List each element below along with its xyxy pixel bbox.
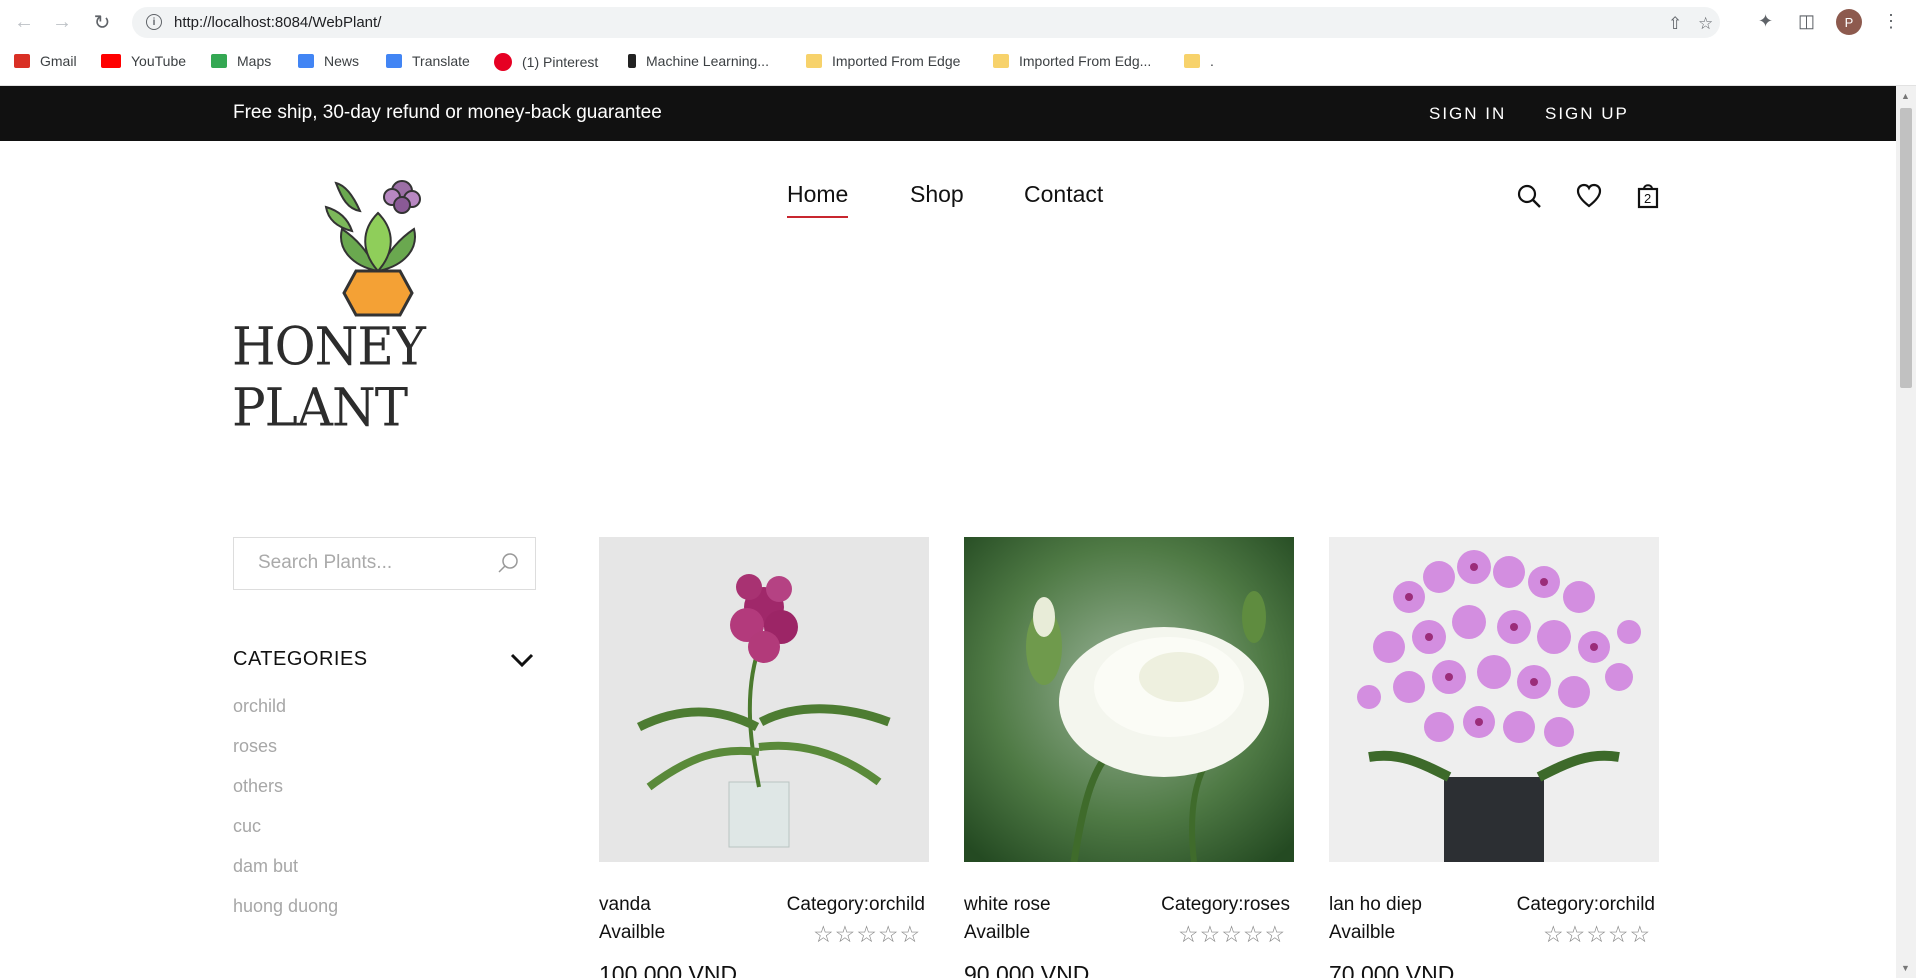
product-price: 90.000 VND	[964, 961, 1090, 978]
category-item[interactable]: huong duong	[233, 896, 338, 936]
bookmark-folder-edge-2[interactable]: Imported From Edg...	[993, 53, 1151, 69]
extensions-icon[interactable]: ✦	[1758, 11, 1773, 32]
ml-site-icon	[628, 54, 636, 68]
bookmark-star-icon[interactable]: ☆	[1698, 14, 1713, 34]
bookmark-maps[interactable]: Maps	[211, 53, 271, 69]
promo-bar: Free ship, 30-day refund or money-back g…	[0, 86, 1896, 141]
plant-search[interactable]	[233, 537, 536, 590]
youtube-icon	[101, 54, 121, 68]
browser-chrome: ← → ↻ i http://localhost:8084/WebPlant/ …	[0, 0, 1916, 86]
promo-text: Free ship, 30-day refund or money-back g…	[233, 102, 662, 123]
bookmark-news[interactable]: News	[298, 53, 359, 69]
scroll-down-icon[interactable]: ▼	[1901, 963, 1910, 973]
category-item[interactable]: dam but	[233, 856, 338, 896]
site-info-icon[interactable]: i	[146, 14, 162, 30]
product-name[interactable]: lan ho diep	[1329, 894, 1422, 916]
pinterest-icon	[494, 53, 512, 71]
search-icon[interactable]	[1516, 183, 1542, 209]
wishlist-heart-icon[interactable]	[1576, 183, 1602, 209]
menu-kebab-icon[interactable]: ⋮	[1882, 11, 1900, 32]
forward-icon[interactable]: →	[50, 10, 74, 34]
product-name[interactable]: vanda	[599, 894, 651, 916]
share-icon[interactable]: ⇧	[1668, 14, 1682, 34]
product-category: Category:roses	[1161, 894, 1290, 915]
category-item[interactable]: orchild	[233, 696, 338, 736]
browser-toolbar: ← → ↻ i http://localhost:8084/WebPlant/ …	[0, 0, 1916, 44]
product-price: 100.000 VND	[599, 961, 738, 978]
category-list: orchild roses others cuc dam but huong d…	[233, 696, 338, 936]
search-icon[interactable]	[497, 552, 519, 574]
folder-icon	[993, 54, 1009, 68]
category-item[interactable]: roses	[233, 736, 338, 776]
scrollbar-thumb[interactable]	[1900, 108, 1912, 388]
product-image-lan-ho-diep[interactable]	[1329, 537, 1659, 862]
folder-icon	[806, 54, 822, 68]
maps-icon	[211, 54, 227, 68]
side-panel-icon[interactable]: ◫	[1798, 11, 1815, 32]
product-name[interactable]: white rose	[964, 894, 1051, 916]
bookmark-pinterest[interactable]: (1) Pinterest	[494, 53, 598, 71]
back-icon[interactable]: ←	[12, 10, 36, 34]
cart-count: 2	[1644, 191, 1652, 206]
bookmark-folder-edge-1[interactable]: Imported From Edge	[806, 53, 960, 69]
rating-stars-icon[interactable]: ☆☆☆☆☆	[813, 921, 921, 948]
product-status: Availble	[1329, 922, 1396, 943]
web-page: Free ship, 30-day refund or money-back g…	[0, 86, 1896, 978]
bookmark-machine-learning[interactable]: Machine Learning...	[628, 53, 769, 69]
cart-button[interactable]: 2	[1636, 181, 1660, 209]
translate-icon	[386, 54, 402, 68]
product-status: Availble	[599, 922, 666, 943]
page-scrollbar[interactable]: ▲ ▼	[1896, 86, 1916, 978]
gmail-icon	[14, 54, 30, 68]
product-category: Category:orchild	[786, 894, 925, 915]
reload-icon[interactable]: ↻	[90, 10, 114, 34]
rating-stars-icon[interactable]: ☆☆☆☆☆	[1178, 921, 1286, 948]
bookmark-gmail[interactable]: Gmail	[14, 53, 77, 69]
site-logo[interactable]: HONEY PLANT	[232, 171, 562, 438]
chevron-down-icon[interactable]	[510, 652, 534, 668]
nav-shop[interactable]: Shop	[910, 181, 964, 208]
bookmark-translate[interactable]: Translate	[386, 53, 470, 69]
sign-up-link[interactable]: SIGN UP	[1545, 104, 1629, 124]
bookmark-folder-dot[interactable]: .	[1184, 53, 1214, 69]
nav-contact[interactable]: Contact	[1024, 181, 1103, 208]
nav-home[interactable]: Home	[787, 181, 849, 218]
site-header: HONEY PLANT Home Shop Contact 2	[0, 141, 1896, 441]
news-icon	[298, 54, 314, 68]
folder-icon	[1184, 54, 1200, 68]
scroll-up-icon[interactable]: ▲	[1901, 91, 1910, 101]
profile-avatar[interactable]: P	[1836, 9, 1862, 35]
search-input[interactable]	[258, 552, 488, 574]
product-status: Availble	[964, 922, 1031, 943]
product-category: Category:orchild	[1516, 894, 1655, 915]
bookmark-youtube[interactable]: YouTube	[101, 53, 186, 69]
url-text[interactable]: http://localhost:8084/WebPlant/	[174, 14, 381, 31]
rating-stars-icon[interactable]: ☆☆☆☆☆	[1543, 921, 1651, 948]
plant-pot-logo-icon	[324, 180, 421, 317]
sign-in-link[interactable]: SIGN IN	[1429, 104, 1506, 124]
address-bar[interactable]: i http://localhost:8084/WebPlant/ ⇧ ☆	[132, 7, 1720, 38]
product-image-white-rose[interactable]	[964, 537, 1294, 862]
product-price: 70.000 VND	[1329, 961, 1455, 978]
bookmarks-bar: Gmail YouTube Maps News Translate (1) Pi…	[0, 50, 1916, 76]
category-item[interactable]: cuc	[233, 816, 338, 856]
product-image-vanda[interactable]	[599, 537, 929, 862]
category-item[interactable]: others	[233, 776, 338, 816]
categories-title: CATEGORIES	[233, 648, 368, 670]
brand-name: HONEY PLANT	[232, 316, 426, 438]
